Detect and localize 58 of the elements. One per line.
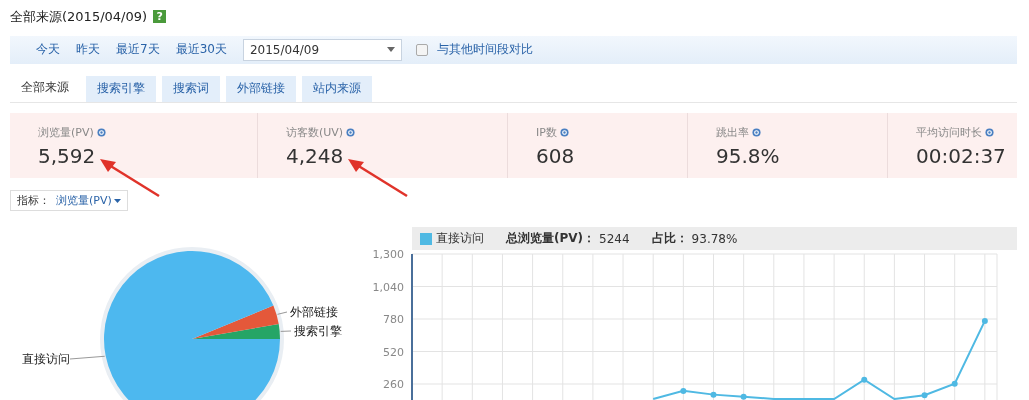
range-link[interactable]: 最近30天 — [175, 41, 227, 59]
data-point[interactable] — [861, 377, 868, 384]
metric-label: 浏览量(PV) — [38, 124, 94, 140]
data-point[interactable] — [921, 392, 928, 399]
y-tick-label: 1,300 — [372, 250, 404, 262]
metric-label: 跳出率 — [716, 124, 749, 140]
indicator-dropdown[interactable]: 指标： 浏览量(PV) — [10, 190, 128, 212]
leader-line — [277, 311, 288, 315]
leader-line — [280, 330, 292, 333]
pie-slice[interactable] — [192, 305, 279, 340]
source-tab[interactable]: 站内来源 — [302, 75, 372, 102]
source-tab[interactable]: 搜索引擎 — [86, 75, 156, 102]
total-label: 总浏览量(PV)： — [506, 230, 596, 248]
metric-value: 4,248 — [286, 143, 344, 168]
leader-line — [69, 355, 106, 360]
metric-value: 00:02:37 — [916, 143, 1006, 168]
help-icon[interactable] — [346, 127, 356, 137]
page-title: 全部来源(2015/04/09) — [10, 7, 148, 26]
metric-label: 平均访问时长 — [916, 124, 982, 140]
share-value: 93.78% — [691, 231, 738, 246]
range-link[interactable]: 今天 — [36, 41, 60, 59]
caret-icon — [386, 47, 395, 53]
caret-icon — [113, 198, 121, 203]
help-icon[interactable] — [985, 127, 994, 137]
data-point[interactable] — [680, 388, 687, 395]
source-tab[interactable]: 搜索词 — [162, 75, 220, 102]
y-tick-label: 1,040 — [372, 280, 404, 294]
compare-label[interactable]: 与其他时间段对比 — [436, 41, 533, 59]
metric-value: 608 — [536, 143, 575, 168]
range-link[interactable]: 最近7天 — [116, 41, 160, 59]
metric-value: 5,592 — [38, 143, 96, 168]
data-point[interactable] — [951, 381, 958, 388]
slice-label: 外部链接 — [290, 305, 338, 320]
help-button[interactable]: ? — [153, 10, 167, 24]
y-tick-label: 260 — [383, 378, 404, 392]
source-tab[interactable]: 外部链接 — [226, 75, 296, 102]
pie-slice[interactable] — [104, 251, 280, 400]
data-point[interactable] — [710, 392, 717, 399]
help-icon[interactable] — [559, 127, 569, 137]
compare-checkbox[interactable] — [415, 43, 428, 56]
y-tick-label: 780 — [383, 313, 404, 327]
pie-slice[interactable] — [192, 324, 280, 340]
total-value: 5244 — [599, 231, 630, 246]
metric-label: 访客数(UV) — [286, 124, 344, 140]
legend-label: 直接访问 — [436, 230, 484, 248]
metric-value: 95.8% — [716, 143, 780, 168]
range-link[interactable]: 昨天 — [76, 41, 100, 59]
slice-label: 直接访问 — [22, 352, 70, 367]
data-point[interactable] — [740, 394, 747, 400]
help-icon[interactable] — [96, 127, 106, 137]
y-tick-label: 520 — [383, 345, 404, 359]
help-icon[interactable] — [752, 127, 761, 137]
date-dropdown[interactable]: 2015/04/09 — [242, 38, 402, 61]
slice-label: 搜索引擎 — [294, 324, 342, 339]
metric-label: IP数 — [536, 124, 557, 140]
data-point[interactable] — [981, 318, 988, 325]
share-label: 占比： — [651, 230, 688, 248]
legend-swatch — [420, 232, 432, 245]
